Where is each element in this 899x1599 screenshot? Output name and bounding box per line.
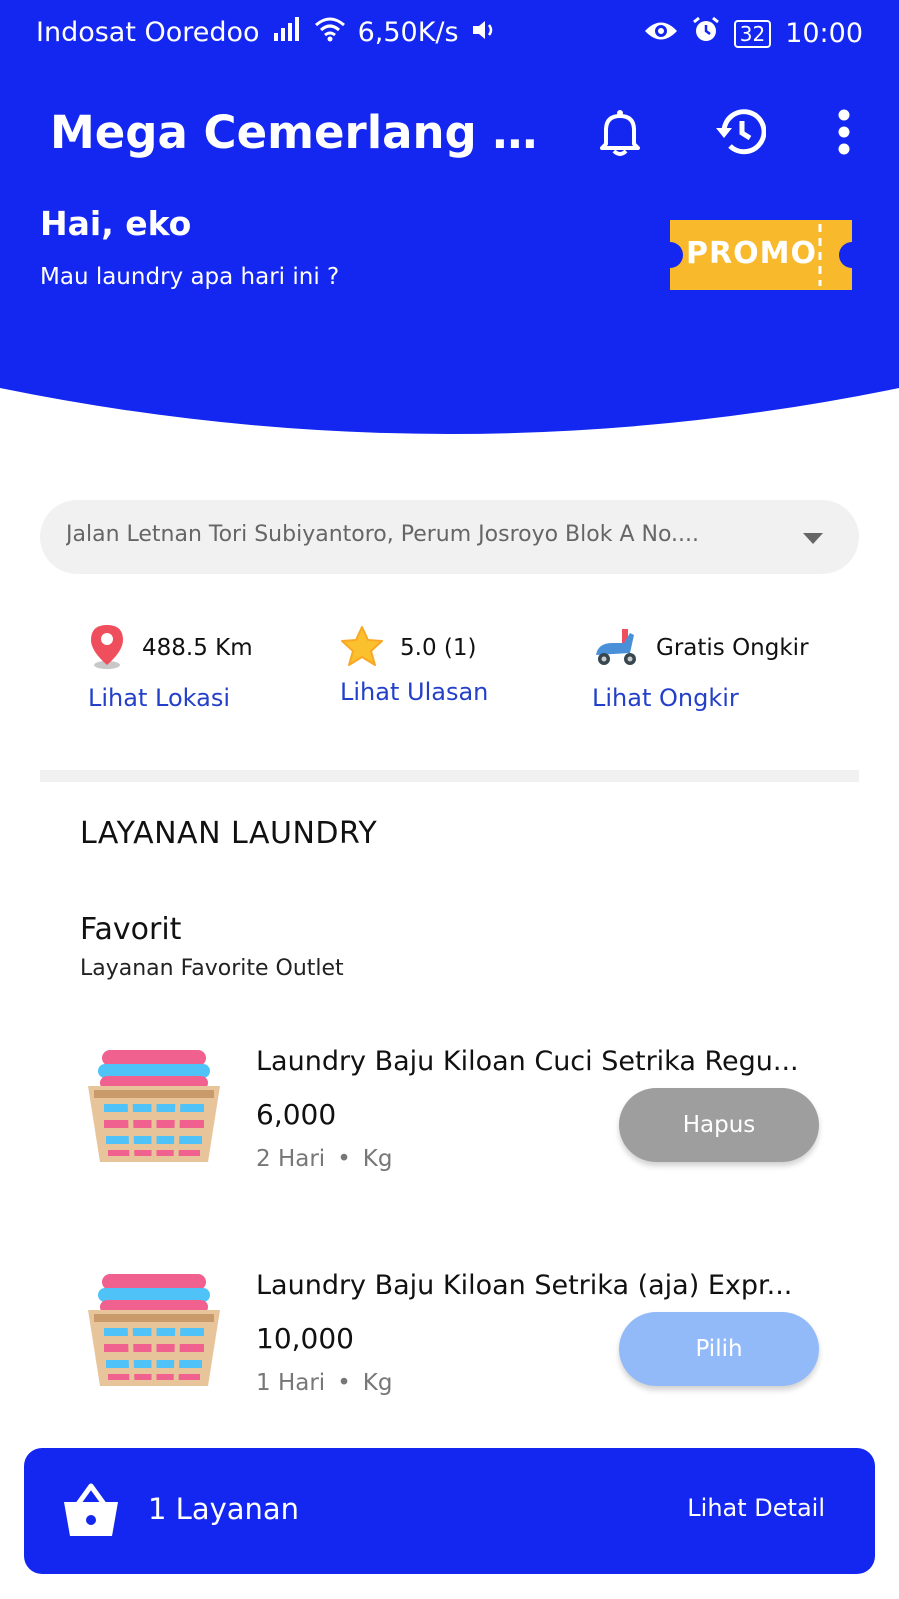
service-item: Laundry Baju Kiloan Setrika (aja) Expr..… (0, 1270, 899, 1430)
view-shipping-link[interactable]: Lihat Ongkir (592, 684, 809, 712)
favorite-title: Favorit (80, 912, 182, 947)
signal-icon (272, 17, 302, 48)
view-location-link[interactable]: Lihat Lokasi (88, 684, 253, 712)
section-title: LAYANAN LAUNDRY (80, 816, 378, 851)
view-detail-link[interactable]: Lihat Detail (687, 1494, 825, 1522)
wifi-icon (314, 16, 346, 49)
service-duration: 2 Hari (256, 1146, 326, 1172)
star-icon (340, 625, 384, 671)
status-bar: Indosat Ooredoo 6,50K/s 32 10:00 (0, 0, 899, 66)
greeting-question: Mau laundry apa hari ini ? (40, 264, 340, 290)
distance-info: 488.5 Km Lihat Lokasi (88, 620, 253, 730)
service-unit: Kg (362, 1370, 393, 1396)
network-speed: 6,50K/s (357, 17, 459, 48)
service-meta: 2 Hari • Kg (256, 1146, 392, 1172)
scooter-icon (592, 625, 640, 671)
cart-count: 1 Layanan (148, 1492, 300, 1526)
service-price: 10,000 (256, 1322, 354, 1355)
carrier-name: Indosat Ooredoo (36, 17, 260, 48)
service-duration: 1 Hari (256, 1370, 326, 1396)
eye-icon (644, 18, 678, 49)
laundry-basket-icon (88, 1274, 220, 1386)
service-item: Laundry Baju Kiloan Cuci Setrika Regu...… (0, 1046, 899, 1206)
header: Indosat Ooredoo 6,50K/s 32 10:00 Mega Ce… (0, 0, 899, 440)
service-unit: Kg (362, 1146, 393, 1172)
basket-icon (64, 1483, 118, 1536)
battery-indicator: 32 (733, 19, 772, 48)
dot-separator: • (337, 1370, 351, 1396)
shipping-value: Gratis Ongkir (656, 635, 809, 661)
volume-icon (471, 17, 497, 48)
service-meta: 1 Hari • Kg (256, 1370, 392, 1396)
remove-button[interactable]: Hapus (619, 1088, 819, 1162)
alarm-icon (692, 16, 720, 51)
view-reviews-link[interactable]: Lihat Ulasan (340, 678, 488, 706)
section-divider (40, 770, 859, 782)
select-button[interactable]: Pilih (619, 1312, 819, 1386)
promo-button[interactable]: PROMO (670, 220, 852, 290)
service-name: Laundry Baju Kiloan Cuci Setrika Regu... (256, 1046, 799, 1077)
address-selector[interactable]: Jalan Letnan Tori Subiyantoro, Perum Jos… (40, 500, 859, 574)
laundry-basket-icon (88, 1050, 220, 1162)
dot-separator: • (337, 1146, 351, 1172)
promo-label: PROMO (686, 236, 817, 271)
address-text: Jalan Letnan Tori Subiyantoro, Perum Jos… (66, 522, 700, 547)
favorite-subtitle: Layanan Favorite Outlet (80, 956, 344, 981)
cart-bar[interactable]: 1 Layanan Lihat Detail (24, 1448, 875, 1574)
bell-icon[interactable] (592, 104, 648, 160)
outlet-title: Mega Cemerlang B... (50, 106, 550, 159)
service-price: 6,000 (256, 1098, 337, 1131)
location-pin-icon (88, 623, 126, 673)
rating-value: 5.0 (1) (400, 635, 477, 661)
clock: 10:00 (785, 18, 863, 49)
history-icon[interactable] (712, 104, 768, 160)
greeting: Hai, eko (40, 204, 192, 243)
dropdown-arrow-icon (803, 533, 823, 544)
toolbar: Mega Cemerlang B... (0, 92, 899, 172)
more-vert-icon[interactable] (816, 104, 872, 160)
shipping-info: Gratis Ongkir Lihat Ongkir (592, 620, 809, 730)
service-name: Laundry Baju Kiloan Setrika (aja) Expr..… (256, 1270, 793, 1301)
distance-value: 488.5 Km (142, 635, 253, 661)
rating-info: 5.0 (1) Lihat Ulasan (340, 620, 488, 730)
